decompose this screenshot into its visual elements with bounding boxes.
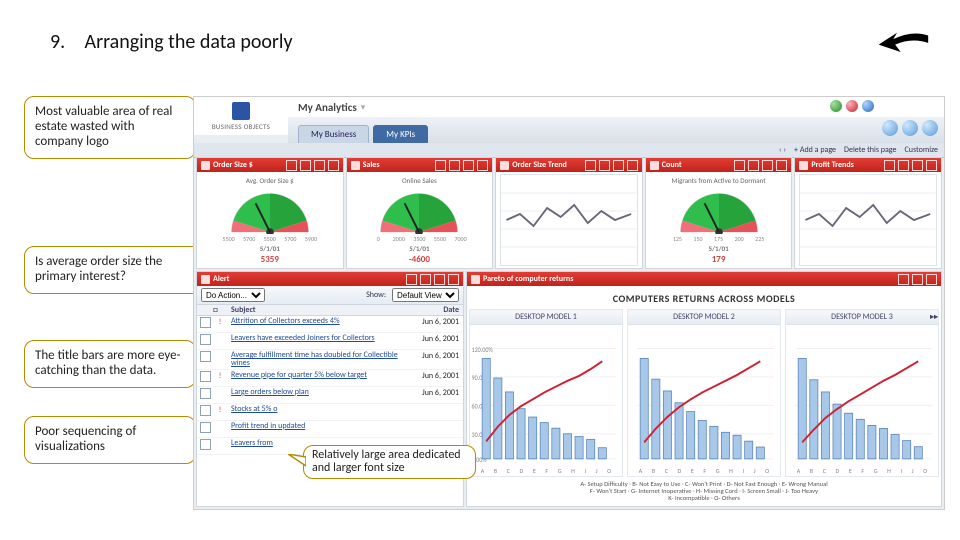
- heading-number: 9.: [50, 30, 80, 54]
- alert-row[interactable]: Leavers have exceeded Joiners for Collec…: [197, 333, 463, 350]
- gauge-icon: [370, 186, 468, 234]
- callout-large-area: Relatively large area dedicated and larg…: [303, 445, 476, 479]
- checkbox-icon[interactable]: [200, 371, 211, 382]
- checkbox-icon[interactable]: [200, 439, 211, 450]
- pareto-model-2: DESKTOP MODEL 2▸▸ABCDEFGHIJO: [627, 309, 781, 477]
- checkbox-icon[interactable]: [200, 388, 211, 399]
- pareto-legend: A- Setup Difficulty · B- Not Easy to Use…: [467, 479, 941, 506]
- panel-sales: SalesOnline Sales020003500550070005/1/01…: [346, 157, 494, 269]
- tab-my-business[interactable]: My Business: [298, 125, 369, 143]
- panel-profit-trends: Profit Trends: [794, 157, 942, 269]
- customize-link[interactable]: Customize: [904, 145, 938, 155]
- alert-row[interactable]: !Attrition of Collectors exceeds 4%Jun 6…: [197, 316, 463, 333]
- panel-header: Sales: [347, 158, 493, 172]
- slide-heading: 9. Arranging the data poorly: [50, 30, 293, 54]
- panel-header: Order Size $: [197, 158, 343, 172]
- callout-poor-sequencing: Poor sequencing of visualizations: [24, 416, 196, 464]
- alert-do-action[interactable]: Do Action...: [201, 288, 265, 302]
- panel-count: CountMigrants from Active to Dormant1251…: [645, 157, 793, 269]
- app-title-bar: My Analytics ▾: [288, 97, 944, 118]
- brand-logo: BUSINESS OBJECTS: [194, 97, 289, 135]
- callout-primary-interest: Is average order size the primary intere…: [24, 246, 204, 294]
- gauge-icon: [221, 186, 319, 234]
- pareto-title: COMPUTERS RETURNS ACROSS MODELS: [467, 292, 941, 305]
- panel-header: Count: [646, 158, 792, 172]
- delete-page-link[interactable]: Delete this page: [844, 145, 896, 155]
- checkbox-icon[interactable]: [200, 334, 211, 345]
- alert-row[interactable]: Profit trend in updated: [197, 421, 463, 438]
- alert-row[interactable]: Large orders below planJun 6, 2001: [197, 387, 463, 404]
- checkbox-icon[interactable]: [200, 351, 211, 362]
- panel-order-size-: Order Size $Avg. Order Size $55005700550…: [196, 157, 344, 269]
- tabs-bar: My Business My KPIs: [288, 117, 944, 144]
- alert-panel-header: Alert: [197, 272, 463, 286]
- pareto-model-1: DESKTOP MODEL 1▸▸120.00%90.00%60.00%30.0…: [469, 309, 623, 477]
- checkbox-icon[interactable]: [200, 422, 211, 433]
- add-page-link[interactable]: + Add a page: [794, 145, 836, 155]
- panel-header: Profit Trends: [795, 158, 941, 172]
- panel-order-size-trend: Order Size Trend: [495, 157, 643, 269]
- heading-text: Arranging the data poorly: [85, 30, 293, 54]
- alert-show-select[interactable]: Default View: [392, 288, 459, 302]
- gauge-icon: [670, 186, 768, 234]
- pareto-model-3: DESKTOP MODEL 3▸▸ABCDEFGHIJO: [785, 309, 939, 477]
- svg-text:120.00%: 120.00%: [472, 345, 494, 353]
- app-title: My Analytics: [298, 101, 357, 114]
- pareto-panel: Pareto of computer returns COMPUTERS RET…: [466, 271, 942, 507]
- mini-line-chart: [500, 174, 638, 266]
- back-arrow-icon[interactable]: [875, 30, 930, 60]
- mini-line-chart: [799, 174, 937, 266]
- alert-row[interactable]: !Revenue pipe for quarter 5% below targe…: [197, 370, 463, 387]
- alert-row[interactable]: Average fulfillment time has doubled for…: [197, 350, 463, 370]
- checkbox-icon[interactable]: [200, 317, 211, 328]
- callout-logo-waste: Most valuable area of real estate wasted…: [24, 96, 196, 159]
- checkbox-icon[interactable]: [200, 405, 211, 416]
- callout-title-bars: The title bars are more eye-catching tha…: [24, 340, 196, 388]
- alert-row[interactable]: !Stocks at 5% o: [197, 404, 463, 421]
- pareto-panel-header: Pareto of computer returns: [467, 272, 941, 286]
- page-toolbar: ‹ › + Add a page Delete this page Custom…: [194, 143, 944, 158]
- panel-header: Order Size Trend: [496, 158, 642, 172]
- tab-my-kpis[interactable]: My KPIs: [373, 125, 428, 143]
